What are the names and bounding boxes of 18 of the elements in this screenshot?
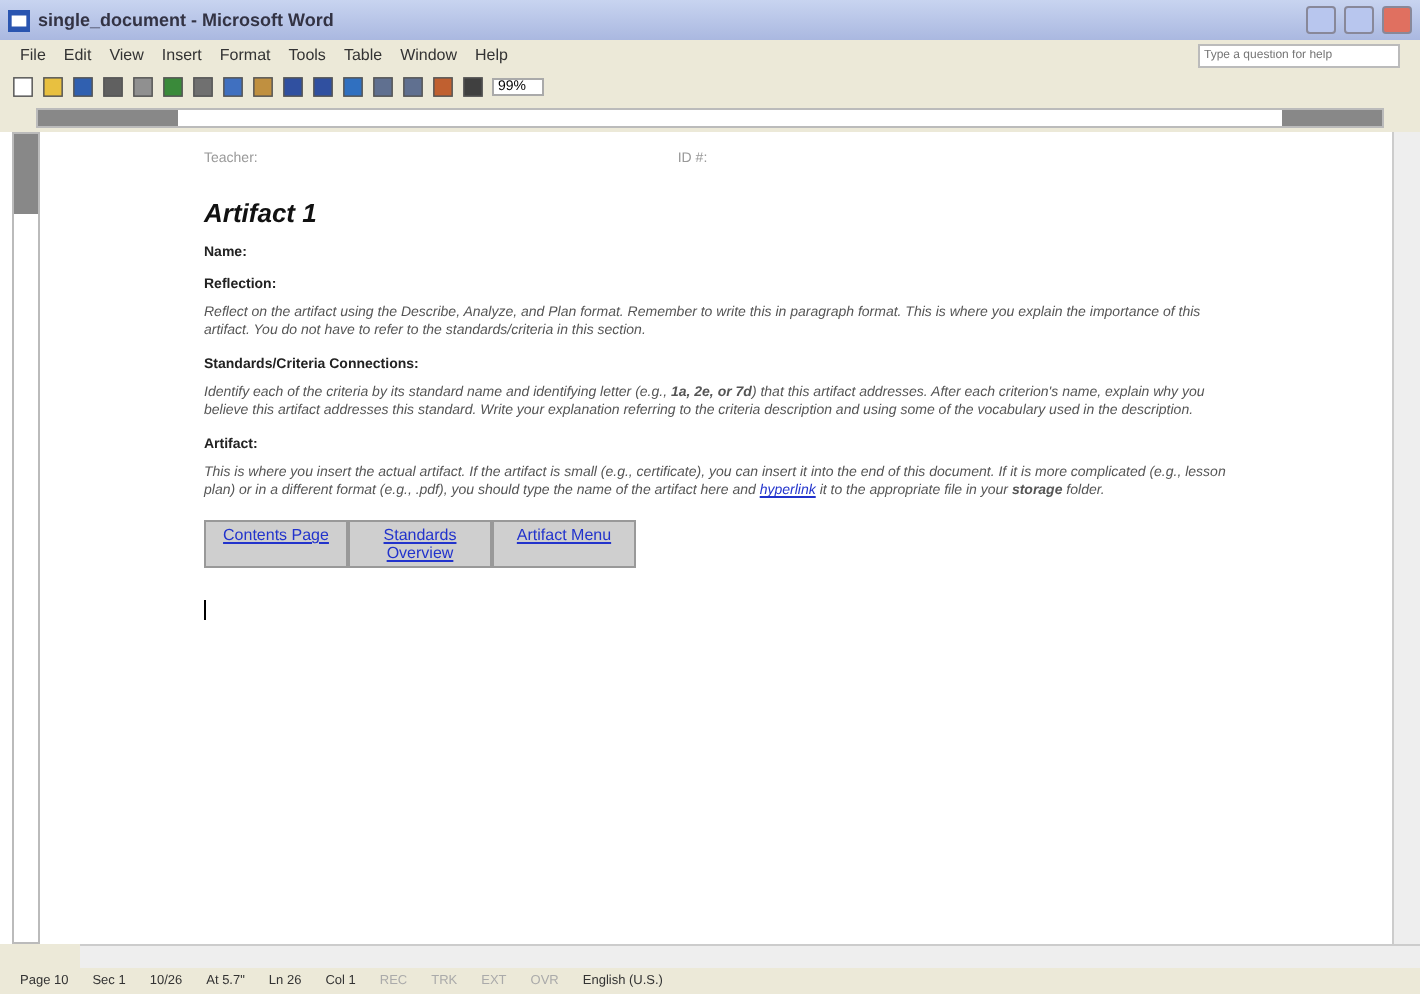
menu-item[interactable]: Tools: [288, 46, 326, 64]
menu-item[interactable]: Edit: [63, 46, 92, 64]
nav-link-cell[interactable]: Contents Page: [204, 520, 348, 568]
menu-item[interactable]: Window: [400, 46, 458, 64]
nav-link-cell[interactable]: Standards Overview: [348, 520, 492, 568]
nav-link-cell[interactable]: Artifact Menu: [492, 520, 636, 568]
menu-item[interactable]: Insert: [161, 46, 202, 64]
horizontal-scrollbar[interactable]: [80, 944, 1420, 968]
window-title: single_document - Microsoft Word: [38, 10, 334, 30]
text-cursor: [204, 600, 206, 620]
menu-item[interactable]: Table: [343, 46, 383, 64]
vertical-scrollbar[interactable]: [1392, 132, 1420, 944]
app-icon: [8, 9, 30, 31]
document-title: Artifact 1: [204, 198, 319, 228]
menu-item[interactable]: Help: [475, 46, 508, 64]
menu-item[interactable]: Format: [219, 46, 271, 64]
menu-item[interactable]: View: [109, 46, 144, 64]
menu-item[interactable]: File: [20, 46, 46, 64]
